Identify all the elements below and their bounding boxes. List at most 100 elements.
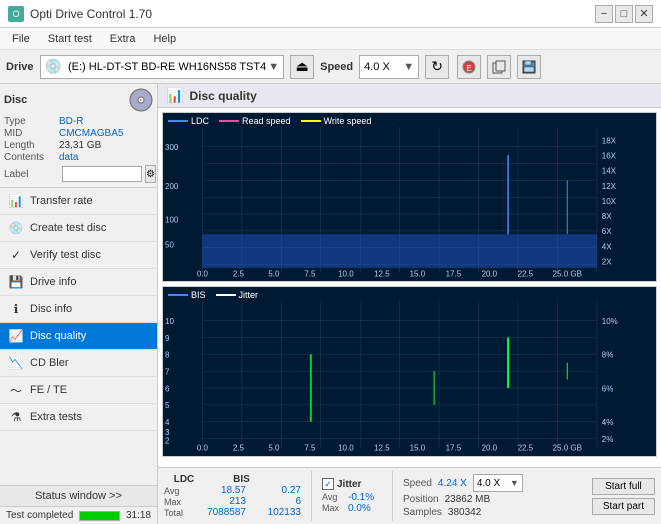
eject-button[interactable]: ⏏ [290,55,314,79]
title-bar-controls: − □ ✕ [595,5,653,23]
menu-start-test[interactable]: Start test [40,31,100,47]
max-label: Max [164,497,186,507]
start-full-button[interactable]: Start full [592,478,655,495]
app-title: Opti Drive Control 1.70 [30,7,152,21]
legend-write-speed-label: Write speed [324,116,372,126]
speed-value: 4.0 X [364,61,390,73]
left-panel: Disc Type BD-R MID CMCMAGBA5 Length 23,3… [0,84,158,524]
status-completed: Test completed 31:18 [0,507,157,524]
svg-text:17.5: 17.5 [446,269,462,278]
refresh-button[interactable]: ↻ [425,55,449,79]
jitter-max: 0.0% [348,503,371,514]
svg-text:15.0: 15.0 [410,269,426,278]
stats-divider-2 [392,471,393,521]
save-button[interactable] [517,55,541,79]
chart-header: 📊 Disc quality [158,84,661,108]
ldc-total: 7088587 [206,507,246,518]
disc-label-button[interactable]: ⚙ [145,165,156,183]
svg-text:18X: 18X [602,136,617,145]
nav-transfer-rate[interactable]: 📊 Transfer rate [0,188,157,215]
ldc-avg: 18.57 [206,485,246,496]
svg-text:8: 8 [165,351,170,360]
svg-text:2X: 2X [602,258,612,267]
speed-selector[interactable]: 4.0 X ▼ [359,55,419,79]
legend-read-speed-label: Read speed [242,116,291,126]
svg-text:7.5: 7.5 [304,269,316,278]
disc-icon [129,88,153,112]
svg-text:10.0: 10.0 [338,269,354,278]
svg-text:4X: 4X [602,242,612,251]
nav-disc-quality[interactable]: 📈 Disc quality [0,323,157,350]
svg-text:5.0: 5.0 [268,444,280,453]
start-part-button[interactable]: Start part [592,498,655,515]
speed-stat-dropdown-arrow: ▼ [510,478,519,488]
minimize-button[interactable]: − [595,5,613,23]
stats-speed-col: Speed 4.24 X 4.0 X ▼ Position 23862 MB S… [403,474,523,518]
disc-contents-value: data [59,152,78,163]
svg-text:22.5: 22.5 [518,444,534,453]
position-value: 23862 MB [445,494,491,505]
ldc-max: 213 [206,496,246,507]
title-bar: O Opti Drive Control 1.70 − □ ✕ [0,0,661,28]
stats-jitter-col: ✓ Jitter Avg -0.1% Max 0.0% [322,478,382,514]
chart-title: Disc quality [189,89,256,103]
nav-verify-test[interactable]: ✓ Verify test disc [0,242,157,269]
svg-text:10X: 10X [602,197,617,206]
svg-text:20.0: 20.0 [482,444,498,453]
svg-text:100: 100 [165,215,179,224]
svg-text:0.0: 0.0 [197,269,209,278]
chart-bottom-legend: BIS Jitter [168,290,258,300]
svg-text:2.5: 2.5 [233,269,245,278]
legend-bis-label: BIS [191,290,206,300]
create-test-icon: 💿 [8,220,24,236]
toolbar: Drive 💿 (E:) HL-DT-ST BD-RE WH16NS58 TST… [0,50,661,84]
charts-container: LDC Read speed Write speed [158,108,661,467]
erase-button[interactable]: E [457,55,481,79]
disc-mid-label: MID [4,128,59,139]
svg-text:10.0: 10.0 [338,444,354,453]
status-completed-label: Test completed [6,510,73,521]
nav-cd-bler-label: CD Bler [30,357,69,369]
disc-label-input[interactable] [62,166,142,182]
svg-text:0.0: 0.0 [197,444,209,453]
maximize-button[interactable]: □ [615,5,633,23]
menu-help[interactable]: Help [145,31,184,47]
legend-jitter-label: Jitter [239,290,259,300]
svg-text:8X: 8X [602,212,612,221]
nav-disc-info[interactable]: ℹ Disc info [0,296,157,323]
jitter-checkbox[interactable]: ✓ [322,478,334,490]
disc-length-label: Length [4,140,59,151]
jitter-avg: -0.1% [348,492,374,503]
nav-fe-te[interactable]: 〜 FE / TE [0,377,157,404]
menu-extra[interactable]: Extra [102,31,144,47]
legend-write-speed: Write speed [301,116,372,126]
app-icon: O [8,6,24,22]
position-label: Position [403,494,439,505]
speed-dropdown-arrow: ▼ [403,61,414,73]
svg-text:10%: 10% [602,317,618,326]
stats-ldc-col: LDC BIS Avg 18.57 0.27 Max 213 6 Total 7… [164,474,301,518]
svg-text:6: 6 [165,385,170,394]
status-window-button[interactable]: Status window >> [0,486,157,507]
drive-selector[interactable]: 💿 (E:) HL-DT-ST BD-RE WH16NS58 TST4 ▼ [40,55,285,79]
nav-drive-info[interactable]: 💾 Drive info [0,269,157,296]
nav-extra-tests[interactable]: ⚗ Extra tests [0,404,157,431]
close-button[interactable]: ✕ [635,5,653,23]
bottom-chart-svg: 10 9 8 7 6 5 4 3 2 10% 8% 6% 4% 2% 0.0 [163,287,656,455]
legend-ldc: LDC [168,116,209,126]
nav-verify-test-label: Verify test disc [30,249,101,261]
speed-stat-selector[interactable]: 4.0 X ▼ [473,474,523,492]
disc-mid-row: MID CMCMAGBA5 [4,128,153,139]
svg-text:9: 9 [165,334,170,343]
svg-text:8%: 8% [602,351,614,360]
chart-header-icon: 📊 [166,87,183,104]
main-content: Disc Type BD-R MID CMCMAGBA5 Length 23,3… [0,84,661,524]
legend-jitter: Jitter [216,290,259,300]
nav-create-test[interactable]: 💿 Create test disc [0,215,157,242]
nav-cd-bler[interactable]: 📉 CD Bler [0,350,157,377]
disc-type-label: Type [4,116,59,127]
disc-quality-icon: 📈 [8,328,24,344]
menu-file[interactable]: File [4,31,38,47]
disc-type-row: Type BD-R [4,116,153,127]
copy-button[interactable] [487,55,511,79]
